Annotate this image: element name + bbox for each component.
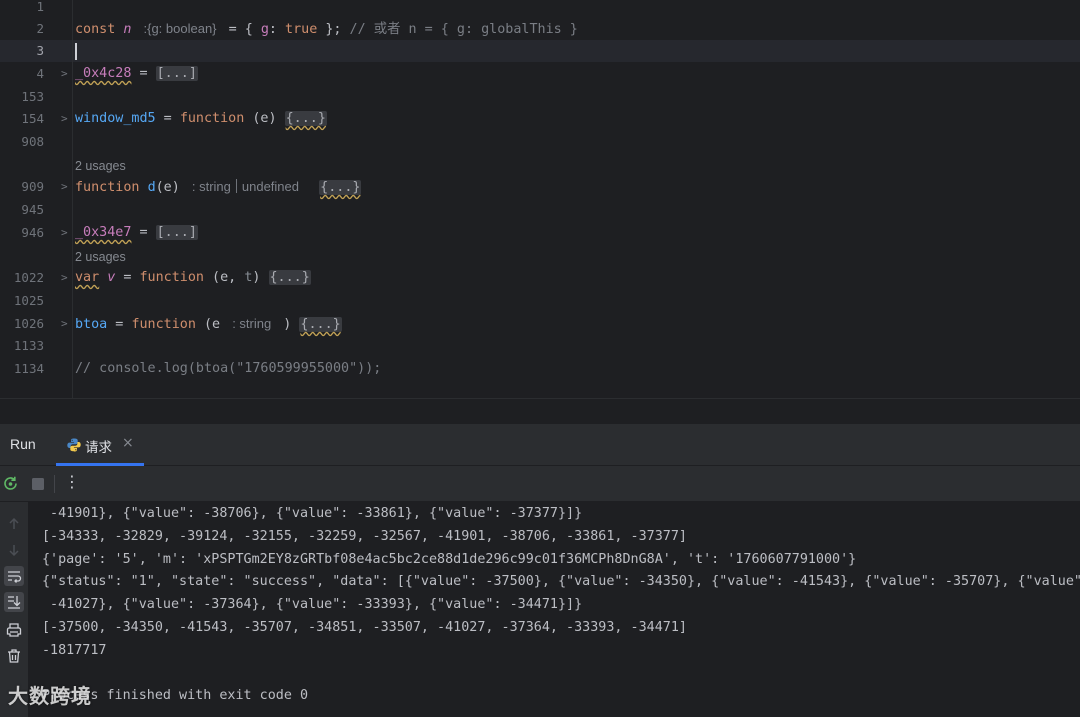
console-line: [-34333, -32829, -39124, -32155, -32259,… <box>42 529 687 544</box>
code-line[interactable]: 946 > _0x34e7 = [...] <box>0 222 1080 244</box>
console-line: {'page': '5', 'm': 'xPSPTGm2EY8zGRTbf08e… <box>42 552 857 567</box>
fold-chevron-icon[interactable]: > <box>61 108 68 130</box>
run-tool-window-header: Run 请求 × <box>0 424 1080 466</box>
line-number: 4 <box>36 66 44 81</box>
trash-icon[interactable] <box>4 646 24 666</box>
line-number: 1025 <box>13 293 44 308</box>
rerun-icon[interactable] <box>1 474 21 494</box>
code-text: function d(e) : string undefined {...} <box>75 179 362 195</box>
code-text: btoa = function (e : string ) {...} <box>75 316 342 332</box>
console-line: {"status": "1", "state": "success", "dat… <box>42 574 1080 589</box>
console-line: -41901}, {"value": -38706}, {"value": -3… <box>42 506 583 521</box>
up-arrow-icon[interactable] <box>4 514 24 534</box>
code-line[interactable]: 2 const n :{g: boolean} = { g: true }; /… <box>0 18 1080 40</box>
run-toolbar: ⋮ <box>0 466 1080 502</box>
scroll-to-end-icon[interactable] <box>4 592 24 612</box>
type-hint: :{g: boolean} <box>143 21 217 36</box>
toolbar-separator <box>54 475 55 493</box>
folded-region[interactable]: {...} <box>284 111 327 126</box>
line-number: 909 <box>21 179 44 194</box>
code-text: _0x4c28 = [...] <box>75 66 198 81</box>
line-number: 1133 <box>13 338 44 353</box>
line-number: 1 <box>36 0 44 14</box>
panel-splitter[interactable] <box>0 398 1080 424</box>
code-text: _0x34e7 = [...] <box>75 225 198 240</box>
console-line: -1817717 <box>42 643 107 658</box>
down-arrow-icon[interactable] <box>4 540 24 560</box>
code-line[interactable]: 945 <box>0 199 1080 221</box>
fold-chevron-icon[interactable]: > <box>61 313 68 335</box>
close-icon[interactable]: × <box>122 435 134 451</box>
watermark-logo: 大数跨境 <box>8 684 92 708</box>
type-hint: : string undefined <box>191 179 300 194</box>
code-editor[interactable]: 1 2 const n :{g: boolean} = { g: true };… <box>0 0 1080 398</box>
text-caret <box>75 43 77 60</box>
folded-region[interactable]: {...} <box>268 270 311 285</box>
code-line[interactable]: 1134 // console.log(btoa("1760599955000"… <box>0 358 1080 380</box>
code-text: const n :{g: boolean} = { g: true }; // … <box>75 21 578 37</box>
code-line[interactable]: 1026 > btoa = function (e : string ) {..… <box>0 313 1080 335</box>
line-number: 908 <box>21 134 44 149</box>
line-number: 153 <box>21 89 44 104</box>
folded-region[interactable]: {...} <box>319 180 362 195</box>
console-output[interactable]: -41901}, {"value": -38706}, {"value": -3… <box>28 502 1080 717</box>
line-number: 2 <box>36 21 44 36</box>
code-line[interactable]: 153 <box>0 86 1080 108</box>
print-icon[interactable] <box>4 620 24 640</box>
line-number: 1134 <box>13 361 44 376</box>
more-options-icon[interactable]: ⋮ <box>64 472 80 491</box>
folded-region[interactable]: [...] <box>155 225 198 240</box>
tab-run-config[interactable]: 请求 × <box>56 424 144 466</box>
console-line: -41027}, {"value": -37364}, {"value": -3… <box>42 597 583 612</box>
code-line[interactable]: 4 > _0x4c28 = [...] <box>0 63 1080 85</box>
type-hint: : string <box>232 316 272 331</box>
fold-chevron-icon[interactable]: > <box>61 267 68 289</box>
code-line[interactable]: 908 <box>0 131 1080 153</box>
line-number: 945 <box>21 202 44 217</box>
code-line[interactable]: 1133 <box>0 335 1080 357</box>
folded-region[interactable]: {...} <box>299 317 342 332</box>
folded-region[interactable]: [...] <box>155 66 198 81</box>
soft-wrap-icon[interactable] <box>4 566 24 586</box>
console-line: [-37500, -34350, -41543, -35707, -34851,… <box>42 620 687 635</box>
code-line[interactable]: 1 <box>0 0 1080 18</box>
code-line[interactable]: 1025 <box>0 290 1080 312</box>
line-number: 1026 <box>13 316 44 331</box>
code-line[interactable]: 154 > window_md5 = function (e) {...} <box>0 108 1080 130</box>
code-line[interactable]: 1022 > var v = function (e, t) {...} <box>0 267 1080 289</box>
line-number: 946 <box>21 225 44 240</box>
fold-chevron-icon[interactable]: > <box>61 222 68 244</box>
tab-label: 请求 <box>85 440 112 456</box>
line-number: 3 <box>36 43 44 58</box>
stop-icon[interactable] <box>28 474 48 494</box>
code-text: var v = function (e, t) {...} <box>75 270 311 285</box>
run-panel-title: Run <box>10 436 36 452</box>
line-number: 154 <box>21 111 44 126</box>
fold-chevron-icon[interactable]: > <box>61 176 68 198</box>
usages-hint[interactable]: 2 usages <box>75 157 126 175</box>
code-line-current[interactable]: 3 <box>0 40 1080 62</box>
code-text: window_md5 = function (e) {...} <box>75 111 327 126</box>
code-comment: // console.log(btoa("1760599955000")); <box>75 361 382 376</box>
code-line[interactable]: 909 > function d(e) : string undefined {.… <box>0 176 1080 198</box>
python-icon <box>67 438 81 452</box>
usages-hint[interactable]: 2 usages <box>75 248 126 266</box>
line-number: 1022 <box>13 270 44 285</box>
fold-chevron-icon[interactable]: > <box>61 63 68 85</box>
